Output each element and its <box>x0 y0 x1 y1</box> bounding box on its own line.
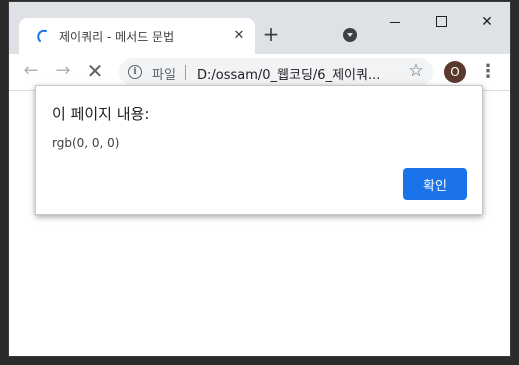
maximize-icon <box>436 16 447 27</box>
loading-spinner-icon <box>37 29 47 42</box>
bookmark-star-icon[interactable]: ☆ <box>406 61 426 81</box>
tab-close-icon[interactable]: ✕ <box>231 28 247 44</box>
browser-window: 제이쿼리 - 메서드 문법 ✕ + ✕ ← → ✕ i 파일 D:/ossam/… <box>8 1 511 357</box>
forward-arrow-icon[interactable]: → <box>53 61 73 81</box>
stop-loading-icon[interactable]: ✕ <box>85 61 105 81</box>
tab-title: 제이쿼리 - 메서드 문법 <box>59 30 175 44</box>
more-menu-icon[interactable]: ⋮ <box>479 61 497 83</box>
back-arrow-icon[interactable]: ← <box>21 61 41 81</box>
address-bar[interactable]: i 파일 D:/ossam/0_웹코딩/6_제이쿼... ☆ <box>119 58 433 86</box>
address-divider <box>185 65 186 80</box>
scheme-label: 파일 <box>152 68 176 83</box>
url-text[interactable]: D:/ossam/0_웹코딩/6_제이쿼... <box>197 64 393 83</box>
profile-avatar[interactable]: O <box>444 61 466 83</box>
ok-button[interactable]: 확인 <box>403 168 467 200</box>
browser-tab[interactable]: 제이쿼리 - 메서드 문법 ✕ <box>19 18 255 54</box>
new-tab-icon[interactable]: + <box>261 24 281 44</box>
close-window-button[interactable]: ✕ <box>464 10 510 34</box>
dialog-title: 이 페이지 내용: <box>52 105 150 123</box>
alert-dialog: 이 페이지 내용: rgb(0, 0, 0) 확인 <box>35 85 483 215</box>
dialog-message: rgb(0, 0, 0) <box>52 136 120 150</box>
maximize-button[interactable] <box>418 10 464 34</box>
info-icon[interactable]: i <box>128 65 142 79</box>
minimize-icon <box>390 22 400 23</box>
minimize-button[interactable] <box>372 10 418 34</box>
title-bar: 제이쿼리 - 메서드 문법 ✕ + ✕ <box>9 2 510 54</box>
tab-search-icon[interactable] <box>343 28 357 42</box>
